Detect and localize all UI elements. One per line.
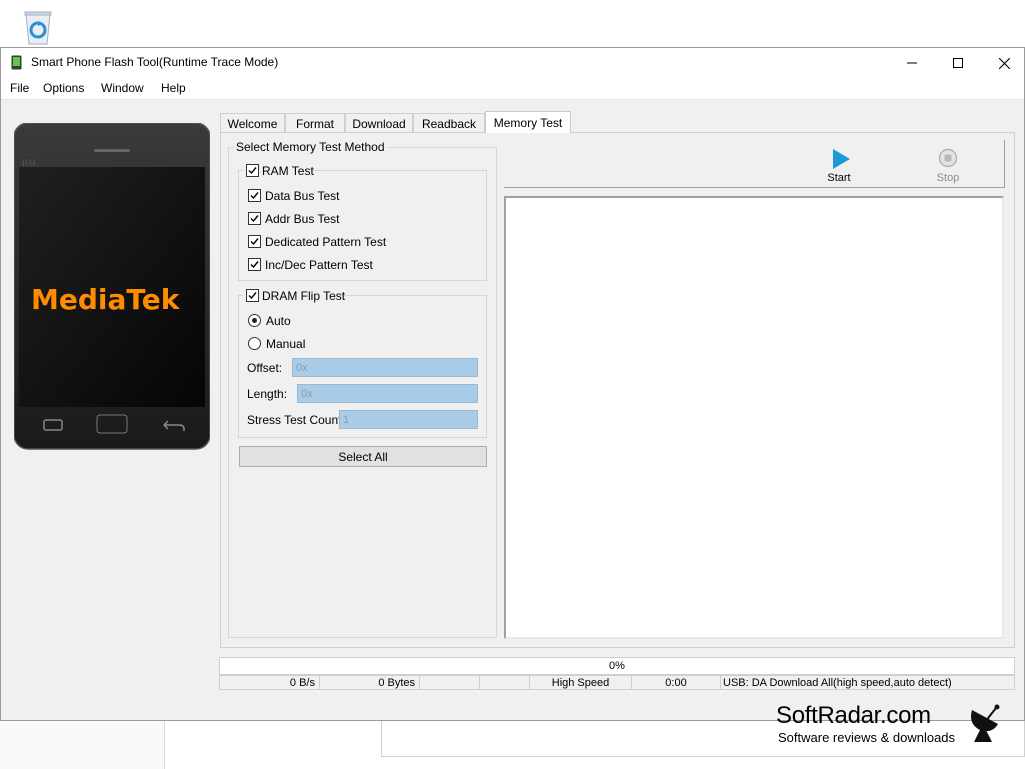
status-empty-2	[479, 675, 530, 690]
stop-button[interactable]: Stop	[918, 140, 978, 186]
dedicated-pattern-test-label: Dedicated Pattern Test	[265, 235, 387, 249]
softradar-watermark: SoftRadar.com Software reviews & downloa…	[776, 702, 1016, 746]
addr-bus-test-checkbox[interactable]	[248, 212, 261, 225]
manual-radio[interactable]	[248, 337, 261, 350]
stop-icon	[938, 148, 958, 168]
speed-status: 0 B/s	[219, 675, 320, 690]
watermark-subtitle: Software reviews & downloads	[778, 730, 956, 745]
recycle-bin-icon[interactable]	[18, 6, 58, 46]
maximize-icon	[953, 58, 963, 68]
title-bar: Smart Phone Flash Tool(Runtime Trace Mod…	[1, 48, 1024, 78]
usb-speed-status: High Speed	[529, 675, 632, 690]
stress-test-count-input[interactable]: 1	[339, 410, 478, 429]
watermark-title: SoftRadar.com	[776, 702, 931, 729]
tab-welcome[interactable]: Welcome	[220, 113, 285, 133]
select-all-button[interactable]: Select All	[239, 446, 487, 467]
menu-bar: File Options Window Help	[1, 78, 1024, 100]
inc-dec-pattern-test-checkbox[interactable]	[248, 258, 261, 271]
minimize-button[interactable]	[889, 48, 935, 78]
check-icon	[250, 192, 259, 200]
background-panel-left	[0, 721, 165, 769]
menu-help[interactable]: Help	[161, 81, 186, 95]
play-icon	[833, 149, 850, 169]
check-icon	[248, 292, 257, 300]
stress-test-count-label: Stress Test Count	[247, 413, 342, 427]
usb-info-status: USB: DA Download All(high speed,auto det…	[720, 675, 1015, 690]
tab-format[interactable]: Format	[285, 113, 345, 133]
time-status: 0:00	[631, 675, 721, 690]
memory-test-method-title: Select Memory Test Method	[234, 140, 387, 154]
menu-options[interactable]: Options	[43, 81, 84, 95]
window-title: Smart Phone Flash Tool(Runtime Trace Mod…	[31, 55, 279, 69]
menu-file[interactable]: File	[10, 81, 29, 95]
bytes-status: 0 Bytes	[319, 675, 420, 690]
minimize-icon	[907, 62, 917, 64]
start-button[interactable]: Start	[809, 140, 869, 186]
ram-test-label: RAM Test	[262, 164, 314, 178]
app-icon	[11, 55, 22, 70]
dram-flip-test-label: DRAM Flip Test	[262, 289, 346, 303]
phone-top-label: BM	[22, 158, 36, 168]
start-label: Start	[827, 172, 851, 184]
offset-label: Offset:	[247, 361, 283, 375]
status-bar: 0 B/s 0 Bytes High Speed 0:00 USB: DA Do…	[219, 675, 1019, 690]
addr-bus-test-label: Addr Bus Test	[265, 212, 340, 226]
test-output-area[interactable]	[504, 196, 1004, 639]
maximize-button[interactable]	[935, 48, 981, 78]
tab-download[interactable]: Download	[345, 113, 413, 133]
manual-radio-label: Manual	[266, 337, 306, 351]
check-icon	[250, 215, 259, 223]
close-icon	[998, 57, 1010, 69]
offset-input[interactable]: 0x	[292, 358, 478, 377]
ram-test-checkbox[interactable]	[246, 164, 259, 177]
data-bus-test-label: Data Bus Test	[265, 189, 340, 203]
check-icon	[250, 238, 259, 246]
phone-image: BM MediaTek	[14, 123, 210, 450]
auto-radio-label: Auto	[266, 314, 291, 328]
stop-label: Stop	[936, 172, 960, 184]
status-empty-1	[419, 675, 480, 690]
inc-dec-pattern-test-label: Inc/Dec Pattern Test	[265, 258, 373, 272]
progress-bar: 0%	[219, 657, 1015, 675]
tab-memory-test[interactable]: Memory Test	[485, 111, 571, 133]
check-icon	[248, 167, 257, 175]
check-icon	[250, 261, 259, 269]
desktop-background	[0, 0, 1025, 47]
test-toolbar: Start Stop	[504, 140, 1005, 188]
phone-brand-text: MediaTek	[31, 283, 181, 316]
length-label: Length:	[247, 387, 288, 401]
app-window: Smart Phone Flash Tool(Runtime Trace Mod…	[0, 47, 1025, 721]
length-input[interactable]: 0x	[297, 384, 478, 403]
data-bus-test-checkbox[interactable]	[248, 189, 261, 202]
tab-readback[interactable]: Readback	[413, 113, 485, 133]
dedicated-pattern-test-checkbox[interactable]	[248, 235, 261, 248]
auto-radio[interactable]	[248, 314, 261, 327]
menu-window[interactable]: Window	[101, 81, 144, 95]
satellite-dish-icon	[971, 704, 1000, 742]
close-button[interactable]	[981, 48, 1025, 78]
dram-flip-test-checkbox[interactable]	[246, 289, 259, 302]
